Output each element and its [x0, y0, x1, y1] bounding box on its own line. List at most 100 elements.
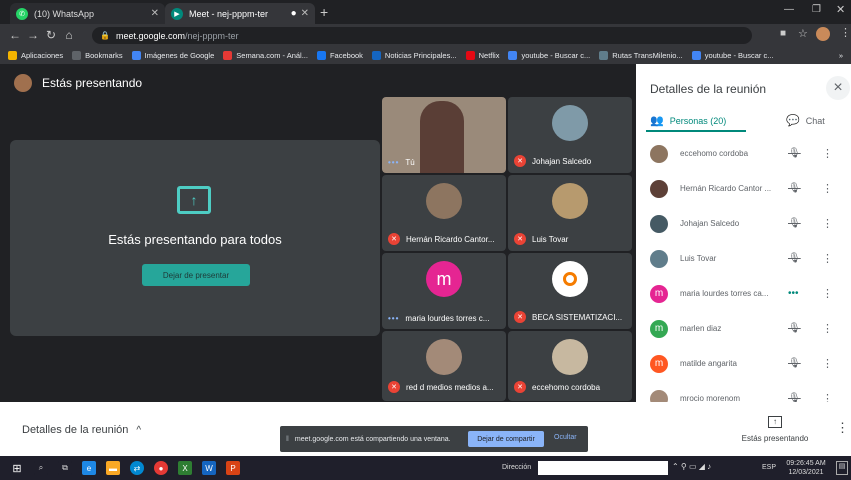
google-icon	[691, 50, 701, 60]
bookmark-star-icon[interactable]: ☆	[798, 27, 808, 40]
participant-tile[interactable]: ✕ Johajan Salcedo	[508, 97, 632, 173]
mic-off-icon: 🎙	[788, 393, 801, 402]
participant-tile[interactable]: ✕ eccehomo cordoba	[508, 331, 632, 401]
teamviewer-icon[interactable]: ⇄	[130, 461, 144, 475]
close-tab-icon[interactable]: ✕	[301, 8, 309, 19]
participant-name: BECA SISTEMATIZACI...	[532, 312, 623, 322]
bookmark-item[interactable]: youtube - Buscar c...	[691, 50, 774, 60]
mic-off-icon: ✕	[388, 233, 400, 245]
bookmark-item[interactable]: youtube - Buscar c...	[508, 50, 591, 60]
more-options-icon[interactable]: ⋮	[822, 147, 833, 160]
participant-name: Johajan Salcedo	[680, 219, 740, 228]
notifications-icon[interactable]: ▤	[836, 461, 848, 475]
restore-button[interactable]: ❐	[812, 4, 821, 15]
more-options-icon[interactable]: ⋮	[822, 287, 833, 300]
clock[interactable]: 09:26:45 AM 12/03/2021	[782, 459, 830, 477]
participant-tile[interactable]: m ••• maria lourdes torres c...	[382, 253, 506, 329]
powerpoint-icon[interactable]: P	[226, 461, 240, 475]
more-options-icon[interactable]: ⋮	[822, 357, 833, 370]
participant-row[interactable]: m matilde angarita 🎙 ⋮	[636, 346, 851, 381]
presenting-button-label: Estás presentando	[741, 434, 809, 443]
search-icon[interactable]: ⌕	[34, 461, 48, 475]
windows-taskbar: ⊞ ⌕ ⧉ e ▬ ⇄ ● X W P Dirección ⌃ ⚲ ▭ ◢ ♪ …	[0, 456, 851, 480]
hide-banner-button[interactable]: Ocultar	[554, 434, 577, 441]
participant-avatar	[426, 339, 462, 375]
participant-row[interactable]: Luis Tovar 🎙 ⋮	[636, 241, 851, 276]
bookmark-item[interactable]: Imágenes de Google	[131, 50, 214, 60]
bookmark-item[interactable]: Facebook	[316, 50, 363, 60]
bookmark-item[interactable]: Semana.com - Anál...	[223, 50, 308, 60]
address-bar[interactable]: 🔒 meet.google.com/nej-pppm-ter	[92, 27, 752, 44]
bookmark-item[interactable]: Netflix	[465, 50, 499, 60]
more-options-icon[interactable]: ⋮	[836, 420, 849, 436]
tab-whatsapp[interactable]: ✆ (10) WhatsApp ✕	[10, 3, 165, 24]
excel-icon[interactable]: X	[178, 461, 192, 475]
netflix-icon	[465, 50, 475, 60]
clock-date: 12/03/2021	[788, 469, 824, 476]
presenting-label: Estás presentando	[42, 76, 143, 90]
speaking-dots-icon: •••	[388, 158, 400, 167]
windows-start-icon[interactable]: ⊞	[10, 461, 24, 475]
more-options-icon[interactable]: ⋮	[822, 322, 833, 335]
stop-sharing-button[interactable]: Dejar de compartir	[468, 431, 544, 447]
close-window-button[interactable]: ✕	[836, 3, 845, 16]
more-options-icon[interactable]: ⋮	[822, 392, 833, 402]
close-tab-icon[interactable]: ✕	[151, 8, 159, 19]
new-tab-button[interactable]: +	[320, 4, 328, 20]
meeting-details-button[interactable]: Detalles de la reunión ^	[22, 424, 141, 436]
bookmark-item[interactable]: Bookmarks	[72, 50, 123, 60]
mic-off-icon: ✕	[388, 381, 400, 393]
participant-row[interactable]: m marlen diaz 🎙 ⋮	[636, 311, 851, 346]
language-indicator[interactable]: ESP	[762, 464, 776, 471]
tab-chat[interactable]: 💬 Chat	[786, 114, 825, 127]
participant-row[interactable]: eccehomo cordoba 🎙 ⋮	[636, 136, 851, 171]
home-icon[interactable]: ⌂	[60, 28, 78, 42]
profile-avatar[interactable]	[816, 27, 830, 41]
system-tray-icons[interactable]: ⌃ ⚲ ▭ ◢ ♪	[672, 462, 711, 471]
tab-people[interactable]: 👥 Personas (20)	[650, 114, 726, 127]
participant-row[interactable]: m maria lourdes torres ca... ••• ⋮	[636, 276, 851, 311]
participant-row[interactable]: Johajan Salcedo 🎙 ⋮	[636, 206, 851, 241]
camera-indicator-icon[interactable]: ■	[780, 28, 786, 39]
participant-tile[interactable]: ✕ Hernán Ricardo Cantor...	[382, 175, 506, 251]
file-explorer-icon[interactable]: ▬	[106, 461, 120, 475]
speaking-dots-icon: •••	[788, 288, 799, 299]
participant-name: marlen diaz	[680, 324, 722, 333]
participant-tile[interactable]: ✕ BECA SISTEMATIZACI...	[508, 253, 632, 329]
bookmark-item[interactable]: Rutas TransMilenio...	[599, 50, 683, 60]
participant-tile-self[interactable]: ••• Tú	[382, 97, 506, 173]
more-options-icon[interactable]: ⋮	[822, 217, 833, 230]
participant-avatar	[650, 144, 668, 163]
bookmark-label: youtube - Buscar c...	[521, 50, 591, 60]
stop-presenting-button[interactable]: Dejar de presentar	[142, 264, 250, 286]
bookmark-item[interactable]: Noticias Principales...	[371, 50, 457, 60]
bookmark-item[interactable]: Aplicaciones	[8, 50, 63, 60]
tab-meet[interactable]: ▶ Meet - nej-pppm-ter ● ✕	[165, 3, 315, 24]
chrome-icon[interactable]: ●	[154, 461, 168, 475]
more-menu-icon[interactable]: ⋮	[840, 26, 851, 39]
word-icon[interactable]: W	[202, 461, 216, 475]
participant-row[interactable]: mrocio morenom 🎙 ⋮	[636, 381, 851, 402]
mic-off-icon: 🎙	[788, 358, 801, 369]
more-options-icon[interactable]: ⋮	[822, 182, 833, 195]
more-options-icon[interactable]: ⋮	[822, 252, 833, 265]
back-arrow-icon[interactable]: ←	[6, 28, 24, 42]
task-view-icon[interactable]: ⧉	[58, 461, 72, 475]
participant-row[interactable]: Hernán Ricardo Cantor ... 🎙 ⋮	[636, 171, 851, 206]
participant-tile[interactable]: ✕ red d medios medios a...	[382, 331, 506, 401]
apps-grid-icon	[8, 50, 17, 60]
minimize-button[interactable]: —	[784, 4, 794, 15]
bookmark-label: Facebook	[329, 50, 363, 60]
bookmarks-overflow-icon[interactable]: »	[839, 51, 843, 60]
speaking-dots-icon: •••	[388, 314, 400, 323]
participant-avatar	[650, 249, 668, 268]
edge-icon[interactable]: e	[82, 461, 96, 475]
mic-off-icon: ✕	[514, 155, 526, 167]
address-toolbar-input[interactable]	[538, 461, 668, 475]
close-panel-button[interactable]: ×	[826, 76, 850, 100]
participant-tile[interactable]: ✕ Luis Tovar	[508, 175, 632, 251]
forward-arrow-icon[interactable]: →	[24, 28, 42, 42]
reload-icon[interactable]: ↻	[42, 28, 60, 42]
drag-handle-icon[interactable]: ‖	[286, 436, 289, 443]
presenting-button[interactable]: ↑ Estás presentando	[740, 416, 810, 443]
